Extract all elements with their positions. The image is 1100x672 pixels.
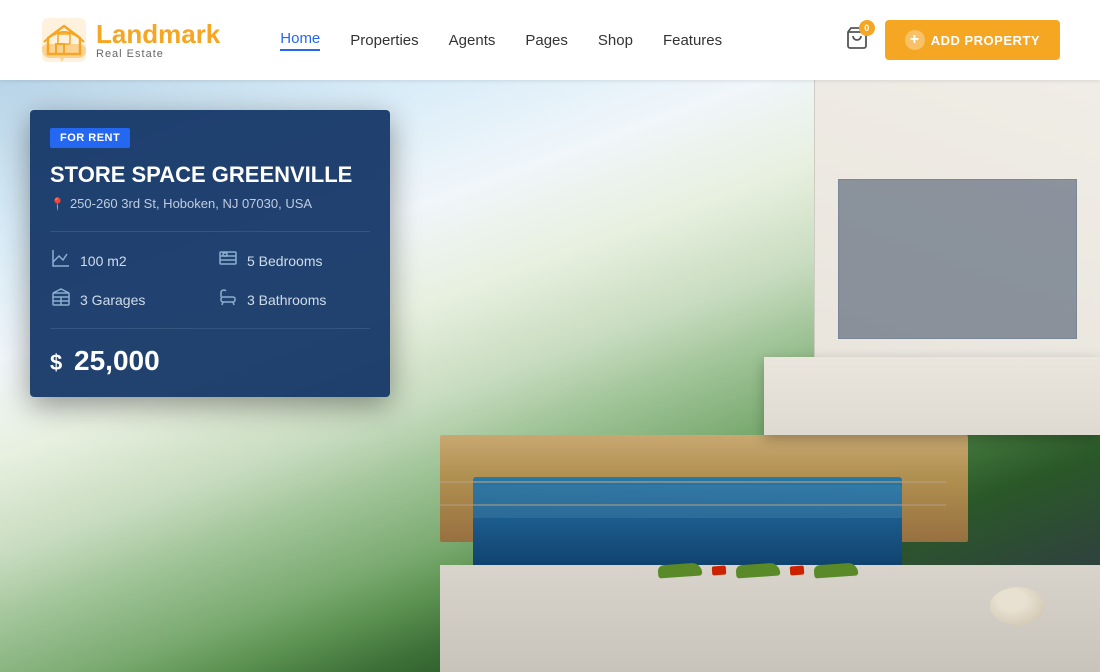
- divider-2: [50, 328, 370, 329]
- property-price: $ 25,000: [30, 345, 390, 377]
- building-window: [838, 179, 1077, 339]
- nav-agents[interactable]: Agents: [449, 32, 496, 49]
- divider-1: [50, 231, 370, 232]
- feature-garages-label: 3 Garages: [80, 292, 145, 308]
- area-icon: [50, 248, 72, 273]
- building-overhang: [764, 357, 1100, 435]
- brand-suffix: mark: [158, 19, 220, 49]
- property-title: STORE SPACE GREENVILLE: [30, 162, 390, 188]
- ottoman: [990, 587, 1045, 625]
- hero-section: FOR RENT STORE SPACE GREENVILLE 📍 250-26…: [0, 80, 1100, 672]
- building: [814, 80, 1100, 435]
- chair-pillow-1: [712, 566, 727, 576]
- feature-garages: 3 Garages: [50, 287, 203, 312]
- chair-3: [814, 563, 859, 579]
- cart-badge: 0: [859, 20, 875, 36]
- garage-icon: [50, 287, 72, 312]
- brand-prefix: Land: [96, 19, 158, 49]
- feature-area: 100 m2: [50, 248, 203, 273]
- chair-pillow-2: [790, 566, 805, 576]
- chair-1: [658, 563, 703, 579]
- pool-shimmer: [473, 485, 902, 518]
- add-property-button[interactable]: + ADD PROPERTY: [885, 20, 1060, 60]
- railing: [440, 481, 946, 483]
- feature-bedrooms: 5 Bedrooms: [217, 248, 370, 273]
- plus-icon: +: [905, 30, 925, 50]
- bed-icon: [217, 248, 239, 273]
- chair-2: [736, 563, 781, 579]
- property-address: 📍 250-260 3rd St, Hoboken, NJ 07030, USA: [30, 196, 390, 211]
- lounge-chairs: [658, 564, 858, 577]
- nav: Home Properties Agents Pages Shop Featur…: [280, 30, 844, 51]
- nav-pages[interactable]: Pages: [525, 32, 568, 49]
- nav-properties[interactable]: Properties: [350, 32, 418, 49]
- header: Landmark Real Estate Home Properties Age…: [0, 0, 1100, 80]
- price-value: 25,000: [74, 345, 160, 376]
- address-text: 250-260 3rd St, Hoboken, NJ 07030, USA: [70, 196, 312, 211]
- header-right: 0 + ADD PROPERTY: [845, 20, 1060, 60]
- feature-bedrooms-label: 5 Bedrooms: [247, 253, 322, 269]
- bath-icon: [217, 287, 239, 312]
- logo-text: Landmark Real Estate: [96, 20, 220, 61]
- feature-area-label: 100 m2: [80, 253, 127, 269]
- railing2: [440, 504, 946, 506]
- price-symbol: $: [50, 350, 62, 375]
- property-card: FOR RENT STORE SPACE GREENVILLE 📍 250-26…: [30, 110, 390, 397]
- add-property-label: ADD PROPERTY: [931, 33, 1040, 48]
- cart-button[interactable]: 0: [845, 26, 869, 55]
- logo-icon: [40, 16, 88, 64]
- nav-home[interactable]: Home: [280, 30, 320, 51]
- property-features: 100 m2 5 Bedrooms: [30, 248, 390, 312]
- feature-bathrooms: 3 Bathrooms: [217, 287, 370, 312]
- logo-subtitle: Real Estate: [96, 48, 220, 60]
- nav-shop[interactable]: Shop: [598, 32, 633, 49]
- feature-bathrooms-label: 3 Bathrooms: [247, 292, 326, 308]
- property-badge: FOR RENT: [50, 128, 130, 148]
- pin-icon: 📍: [50, 197, 65, 211]
- nav-features[interactable]: Features: [663, 32, 722, 49]
- logo[interactable]: Landmark Real Estate: [40, 16, 220, 64]
